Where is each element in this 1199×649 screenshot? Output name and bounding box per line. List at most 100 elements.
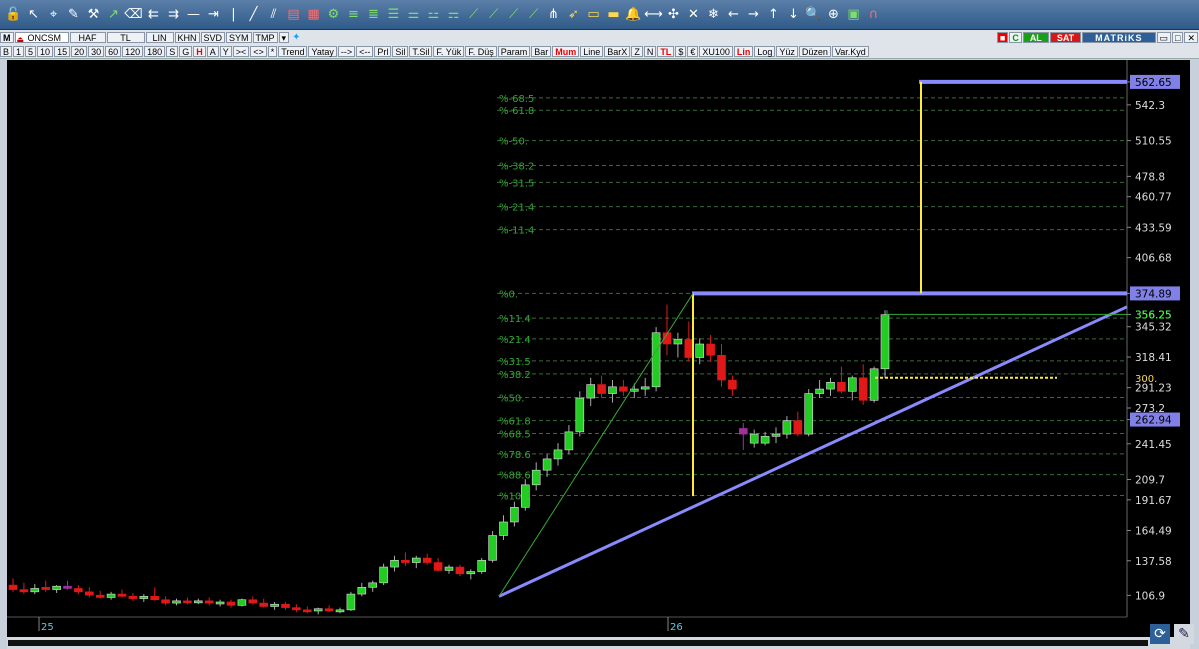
option-button-20[interactable]: -->	[337, 45, 356, 57]
option-button-4[interactable]: 15	[54, 45, 71, 57]
vsign-icon[interactable]: ⇥	[204, 4, 223, 26]
chart-icon[interactable]: ▣	[844, 4, 863, 26]
option-button-18[interactable]: Trend	[278, 45, 308, 57]
option-button-37[interactable]: XU100	[699, 45, 733, 57]
align-left-icon[interactable]: ⇇	[144, 4, 163, 26]
option-button-22[interactable]: Prl	[374, 45, 392, 57]
option-button-10[interactable]: S	[166, 45, 179, 57]
option-button-15[interactable]: ><	[232, 45, 250, 57]
currency-select[interactable]: TL	[106, 31, 145, 43]
khn-button[interactable]: KHN	[174, 31, 200, 43]
edit-icon[interactable]: ✎	[64, 4, 83, 26]
option-button-32[interactable]: Z	[631, 45, 643, 57]
option-button-25[interactable]: F. Yük	[433, 45, 465, 57]
snow-icon[interactable]: ❄	[704, 4, 723, 26]
dropdown-icon[interactable]: ▾	[278, 31, 290, 43]
option-button-38[interactable]: Lin	[733, 45, 754, 57]
cross-icon[interactable]: ✣	[664, 4, 683, 26]
option-button-12[interactable]: H	[193, 45, 206, 57]
option-button-24[interactable]: T.Sil	[409, 45, 433, 57]
svd-button[interactable]: SVD	[200, 31, 226, 43]
option-button-6[interactable]: 30	[88, 45, 105, 57]
draw3-icon[interactable]: ▤	[284, 4, 303, 26]
minimize-button[interactable]: ▭	[1156, 31, 1172, 43]
minus-icon[interactable]: —	[184, 4, 203, 26]
option-button-11[interactable]: G	[179, 45, 193, 57]
option-button-28[interactable]: Bar	[531, 45, 552, 57]
bell-icon[interactable]: 🔔	[624, 4, 643, 26]
price-chart[interactable]: %-68.5%-61.8 %-50. %-38.2 %-31.5 %-21.4 %-11.…	[7, 60, 1190, 637]
scale-select[interactable]: LIN	[145, 31, 174, 43]
arrow-icon[interactable]: ➶	[564, 4, 583, 26]
refresh-button[interactable]: C	[1009, 31, 1022, 43]
draw4-icon[interactable]: ▦	[304, 4, 323, 26]
eraser-icon[interactable]: ⌫	[124, 4, 143, 26]
zoom-icon[interactable]: ⊕	[824, 4, 843, 26]
gann2-icon[interactable]: ⟋	[484, 4, 503, 26]
option-button-39[interactable]: Log	[754, 45, 776, 57]
option-button-35[interactable]: $	[675, 45, 687, 57]
restore-button[interactable]: □	[1172, 31, 1184, 43]
tmp-button[interactable]: TMP	[252, 31, 278, 43]
option-button-8[interactable]: 120	[122, 45, 144, 57]
draw2-icon[interactable]: ⫽	[264, 4, 283, 26]
option-button-16[interactable]: <>	[250, 45, 267, 57]
chart-area[interactable]: %-68.5 %-61.8 %-50. %-38.2 %-31.5 %-21.4 %-11.…	[7, 60, 1190, 637]
down-icon[interactable]: ↓	[784, 4, 803, 26]
option-button-29[interactable]: Mum	[552, 45, 580, 57]
draw-icon[interactable]: ╱	[244, 4, 263, 26]
symbol-field[interactable]: ⏏ ONCSM	[14, 31, 69, 44]
close-button[interactable]: ✕	[1184, 31, 1198, 43]
fib4-icon[interactable]: ⚌	[404, 4, 423, 26]
menu-m-button[interactable]: M	[0, 31, 14, 43]
left-icon[interactable]: ←	[724, 4, 743, 26]
option-button-7[interactable]: 60	[105, 45, 122, 57]
up-icon[interactable]: ↑	[764, 4, 783, 26]
align-right-icon[interactable]: ⇉	[164, 4, 183, 26]
period-select[interactable]: HAF	[69, 31, 106, 43]
gann-icon[interactable]: ⟋	[464, 4, 483, 26]
tools-icon[interactable]: ⚒	[84, 4, 103, 26]
sym-button[interactable]: SYM	[226, 31, 252, 43]
note2-icon[interactable]: ▬	[604, 4, 623, 26]
note-icon[interactable]: ▭	[584, 4, 603, 26]
option-button-27[interactable]: Param	[497, 45, 531, 57]
horizontal-scrollbar[interactable]	[8, 640, 1148, 646]
option-button-36[interactable]: €	[687, 45, 699, 57]
twitter-icon[interactable]: ✦	[292, 32, 300, 43]
option-button-13[interactable]: A	[206, 45, 219, 57]
fib6-icon[interactable]: ⚎	[444, 4, 463, 26]
crosshair-icon[interactable]: ⌖	[44, 4, 63, 26]
option-button-40[interactable]: Yüz	[776, 45, 798, 57]
pitch-icon[interactable]: ⋔	[544, 4, 563, 26]
magnet-icon[interactable]: ∩	[864, 4, 883, 26]
option-button-31[interactable]: BarX	[604, 45, 631, 57]
indicator-icon[interactable]: ⚙	[324, 4, 343, 26]
option-button-14[interactable]: Y	[219, 45, 232, 57]
option-button-19[interactable]: Yatay	[308, 45, 337, 57]
option-button-34[interactable]: TL	[657, 45, 675, 57]
fib2-icon[interactable]: ≣	[364, 4, 383, 26]
option-button-0[interactable]: B	[0, 45, 13, 57]
gann4-icon[interactable]: ⟋	[524, 4, 543, 26]
sell-button[interactable]: SAT	[1049, 31, 1082, 43]
fib-icon[interactable]: ≡	[344, 4, 363, 26]
pointer-icon[interactable]: ↖	[24, 4, 43, 26]
option-button-42[interactable]: Var.Kyd	[831, 45, 869, 57]
fib5-icon[interactable]: ⚍	[424, 4, 443, 26]
refresh-icon[interactable]: ⟳	[1150, 624, 1170, 644]
search-icon[interactable]: 🔍	[804, 4, 823, 26]
option-button-30[interactable]: Line	[580, 45, 604, 57]
option-button-41[interactable]: Düzen	[798, 45, 831, 57]
option-button-17[interactable]: *	[267, 45, 278, 57]
stop-icon[interactable]: ■	[996, 31, 1009, 43]
x-icon[interactable]: ✕	[684, 4, 703, 26]
option-button-21[interactable]: <--	[356, 45, 374, 57]
option-button-3[interactable]: 10	[37, 45, 54, 57]
option-button-9[interactable]: 180	[144, 45, 166, 57]
gann3-icon[interactable]: ⟋	[504, 4, 523, 26]
option-button-23[interactable]: Sil	[392, 45, 409, 57]
option-button-26[interactable]: F. Düş	[465, 45, 497, 57]
vertical-line-icon[interactable]: |	[224, 4, 243, 26]
unlock-icon[interactable]: 🔓	[4, 4, 23, 26]
